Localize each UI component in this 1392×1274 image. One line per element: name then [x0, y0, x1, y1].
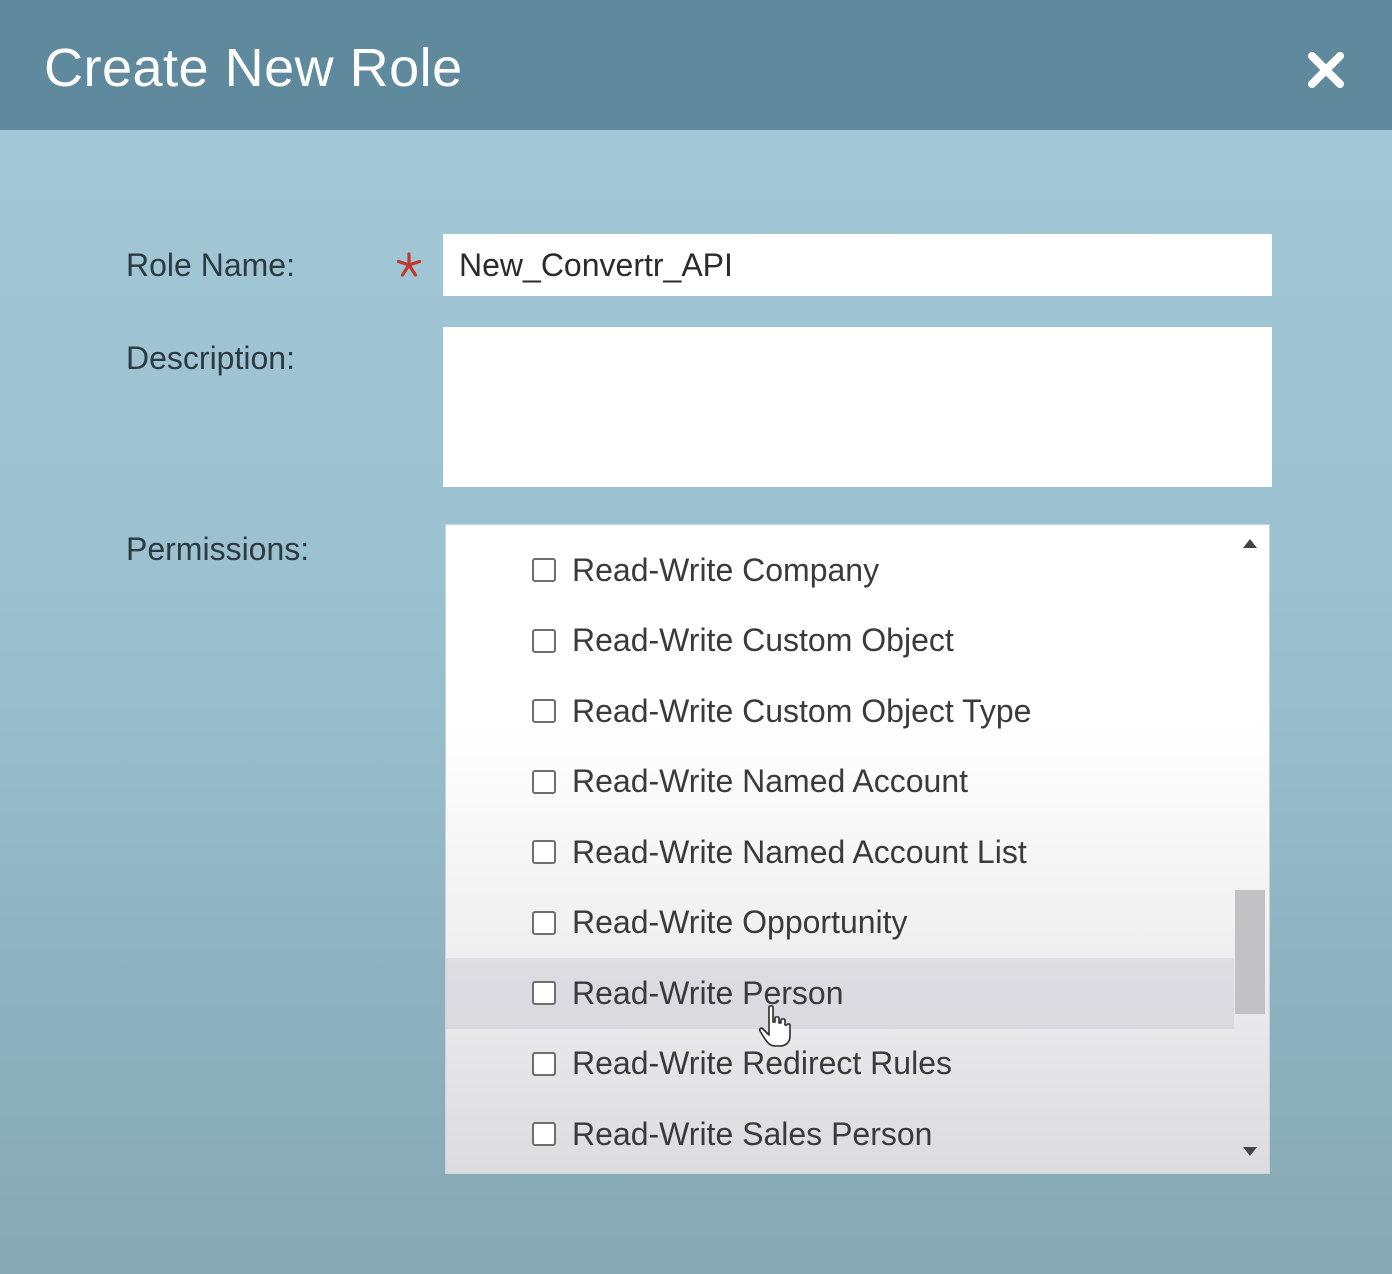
permission-checkbox[interactable]	[532, 1051, 556, 1076]
permission-checkbox[interactable]	[532, 981, 556, 1006]
permission-checkbox[interactable]	[532, 558, 556, 583]
scroll-down-arrow-icon[interactable]	[1243, 1147, 1257, 1156]
scrollbar-thumb[interactable]	[1235, 890, 1265, 1014]
permission-item-person[interactable]: Read-Write Person	[446, 958, 1234, 1029]
close-icon	[1308, 52, 1344, 88]
scroll-up-arrow-icon[interactable]	[1243, 539, 1257, 548]
role-name-input[interactable]	[443, 234, 1272, 296]
permissions-label: Permissions:	[126, 531, 310, 567]
dialog-title: Create New Role	[44, 38, 463, 98]
permission-checkbox[interactable]	[532, 628, 556, 653]
permission-item-opportunity[interactable]: Read-Write Opportunity	[446, 888, 1234, 959]
permission-label: Read-Write Opportunity	[572, 904, 908, 941]
permission-item-custom-object-type[interactable]: Read-Write Custom Object Type	[446, 676, 1234, 747]
permission-item-redirect-rules[interactable]: Read-Write Redirect Rules	[446, 1029, 1234, 1100]
permissions-list: Read-Write Company Read-Write Custom Obj…	[446, 535, 1234, 1170]
permission-checkbox[interactable]	[532, 1122, 556, 1147]
permission-checkbox[interactable]	[532, 699, 556, 724]
permission-label: Read-Write Custom Object	[572, 622, 954, 659]
permissions-list-box[interactable]: Read-Write Company Read-Write Custom Obj…	[445, 524, 1270, 1174]
permission-item-named-account[interactable]: Read-Write Named Account	[446, 747, 1234, 818]
permission-label: Read-Write Named Account List	[572, 833, 1027, 870]
permission-label: Read-Write Sales Person	[572, 1115, 933, 1152]
required-star-icon	[396, 252, 422, 277]
permission-label: Read-Write Custom Object Type	[572, 692, 1032, 729]
permission-item-company[interactable]: Read-Write Company	[446, 535, 1234, 606]
close-button[interactable]	[1300, 44, 1352, 96]
permission-checkbox[interactable]	[532, 910, 556, 935]
permission-checkbox[interactable]	[532, 840, 556, 865]
description-label: Description:	[126, 340, 295, 376]
permissions-scrollbar[interactable]	[1233, 525, 1269, 1173]
dialog-titlebar: Create New Role	[0, 0, 1392, 130]
permission-label: Read-Write Named Account	[572, 763, 969, 800]
permission-checkbox[interactable]	[532, 769, 556, 794]
permission-label: Read-Write Person	[572, 974, 844, 1011]
permission-label: Read-Write Redirect Rules	[572, 1045, 952, 1082]
permission-label: Read-Write Company	[572, 551, 880, 588]
role-name-label: Role Name:	[126, 247, 295, 283]
permission-item-sales-person[interactable]: Read-Write Sales Person	[446, 1099, 1234, 1170]
permission-item-custom-object[interactable]: Read-Write Custom Object	[446, 606, 1234, 677]
description-textarea[interactable]	[443, 327, 1272, 487]
permission-item-named-account-list[interactable]: Read-Write Named Account List	[446, 817, 1234, 888]
create-role-dialog: Create New Role Role Name: Description: …	[0, 0, 1392, 1274]
